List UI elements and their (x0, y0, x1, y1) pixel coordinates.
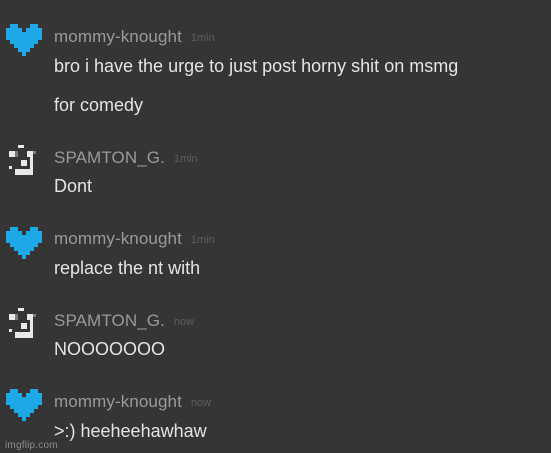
author-name[interactable]: mommy-knought (54, 27, 182, 46)
timestamp: 1min (173, 153, 198, 165)
timestamp: now (190, 397, 212, 409)
author-name[interactable]: SPAMTON_G. (54, 148, 165, 167)
blue-pixel-heart-icon[interactable] (6, 225, 42, 261)
blue-pixel-heart-icon[interactable] (6, 22, 42, 58)
message-text: NOOOOOOO (54, 339, 166, 359)
spamton-pixel-face-icon[interactable] (6, 305, 42, 341)
message-text: >:) heeheehawhaw (54, 421, 207, 441)
spamton-pixel-face-icon[interactable] (6, 142, 42, 178)
timestamp: 1min (190, 32, 215, 44)
timestamp: 1min (190, 234, 215, 246)
author-name[interactable]: SPAMTON_G. (54, 311, 165, 330)
message-text: bro i have the urge to just post horny s… (54, 56, 459, 76)
blue-pixel-heart-icon[interactable] (6, 387, 42, 423)
author-name[interactable]: mommy-knought (54, 392, 182, 411)
imgflip-watermark: imgflip.com (5, 440, 58, 451)
chat-log: mommy-knought 1min bro i have the urge to… (0, 0, 551, 453)
message-text: for comedy (54, 95, 144, 115)
message-text: Dont (54, 176, 93, 196)
timestamp: now (173, 316, 195, 328)
author-name[interactable]: mommy-knought (54, 229, 182, 248)
message-text: replace the nt with (54, 258, 201, 278)
